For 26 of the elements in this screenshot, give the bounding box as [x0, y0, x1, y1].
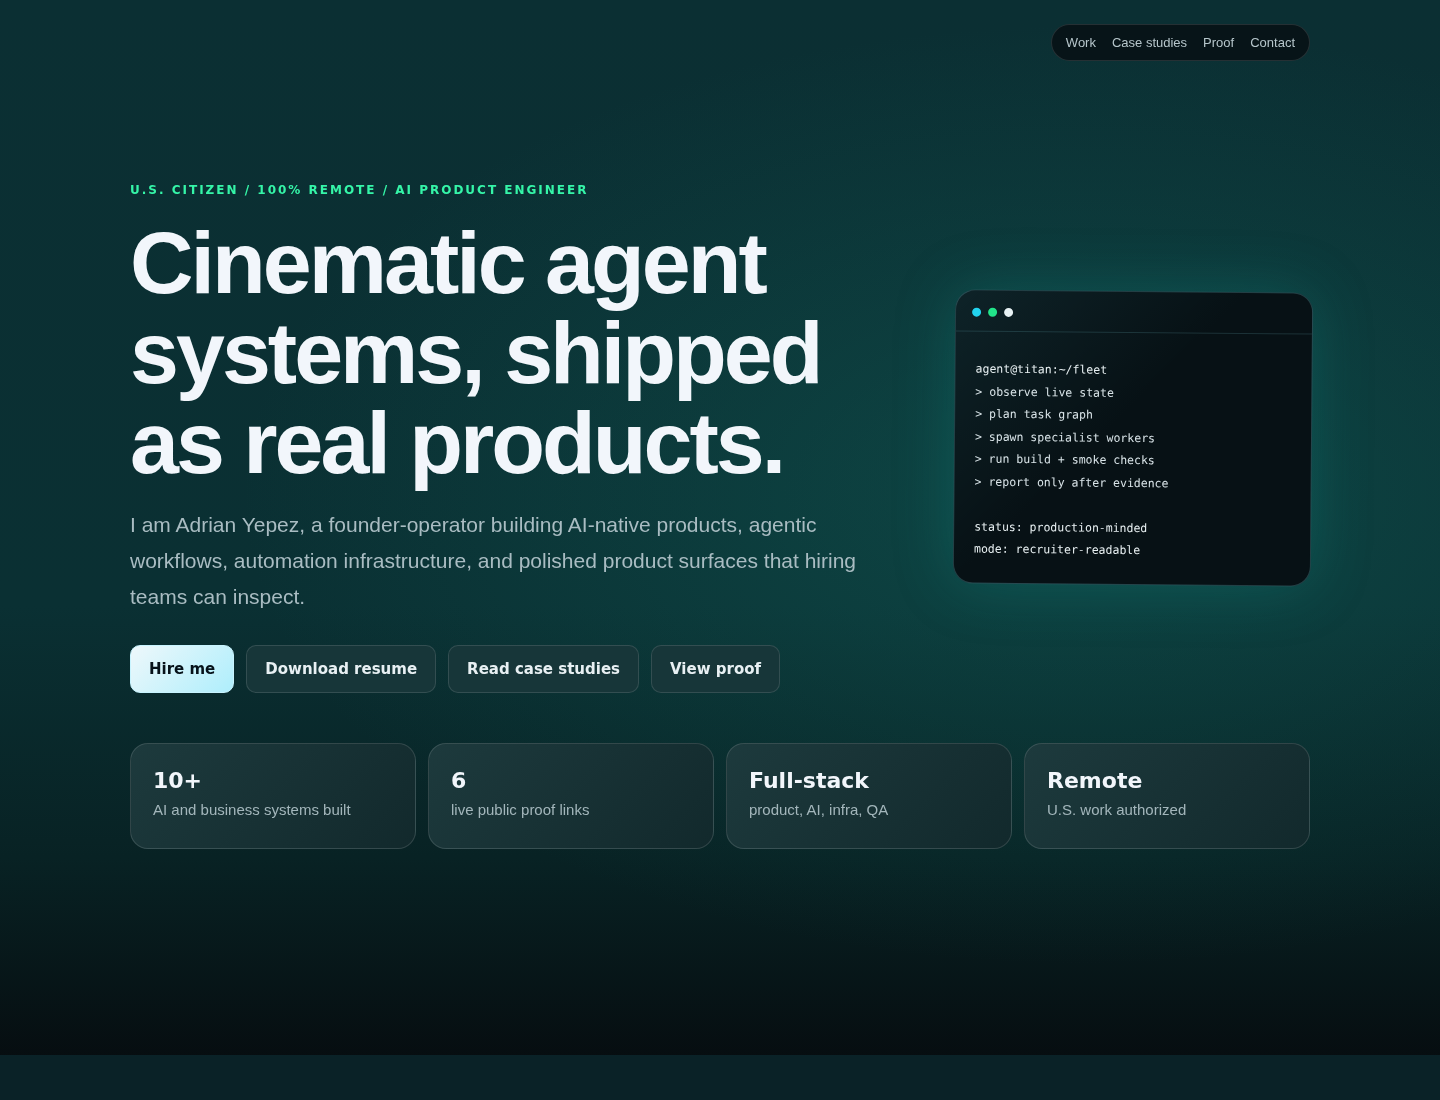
- intro-text: I am Adrian Yepez, a founder-operator building AI-native products, agentic workflows, automation infrastructure, and polished product surfaces that hiring teams can inspect.: [130, 512, 858, 610]
- terminal-line: > plan task graph: [975, 405, 1094, 424]
- stat-label: U.S. work authorized: [1047, 801, 1188, 818]
- nav-link[interactable]: Work: [1065, 35, 1096, 50]
- terminal-line: agent@titan:~/fleet: [975, 360, 1109, 379]
- action-button[interactable]: View proof: [651, 645, 781, 693]
- terminal-line: > spawn specialist workers: [974, 428, 1157, 447]
- action-button[interactable]: Read case studies: [448, 645, 639, 693]
- stat-value: Full-stack: [749, 768, 870, 793]
- nav-link[interactable]: Proof: [1203, 35, 1235, 50]
- stat-value: 6: [451, 768, 468, 793]
- stat-value: Remote: [1047, 768, 1144, 793]
- nav-link[interactable]: Contact: [1250, 35, 1295, 50]
- terminal-line: > report only after evidence: [974, 473, 1170, 493]
- stat-value: 10+: [153, 768, 204, 793]
- stat-label: live public proof links: [451, 801, 591, 818]
- stat-label: AI and business systems built: [153, 801, 352, 818]
- stat-label: product, AI, infra, QA: [749, 801, 890, 818]
- terminal-line: > observe live state: [975, 383, 1115, 402]
- terminal-line: status: production-minded: [974, 518, 1149, 537]
- eyebrow-text: U.S. CITIZEN / 100% REMOTE / AI PRODUCT ENGINEER: [130, 183, 590, 197]
- hire-button[interactable]: Hire me: [130, 645, 235, 693]
- terminal-line: mode: recruiter-readable: [973, 540, 1142, 560]
- nav-link[interactable]: Case studies: [1111, 35, 1188, 50]
- terminal-line: > run build + smoke checks: [974, 451, 1156, 470]
- action-button[interactable]: Download resume: [246, 645, 437, 693]
